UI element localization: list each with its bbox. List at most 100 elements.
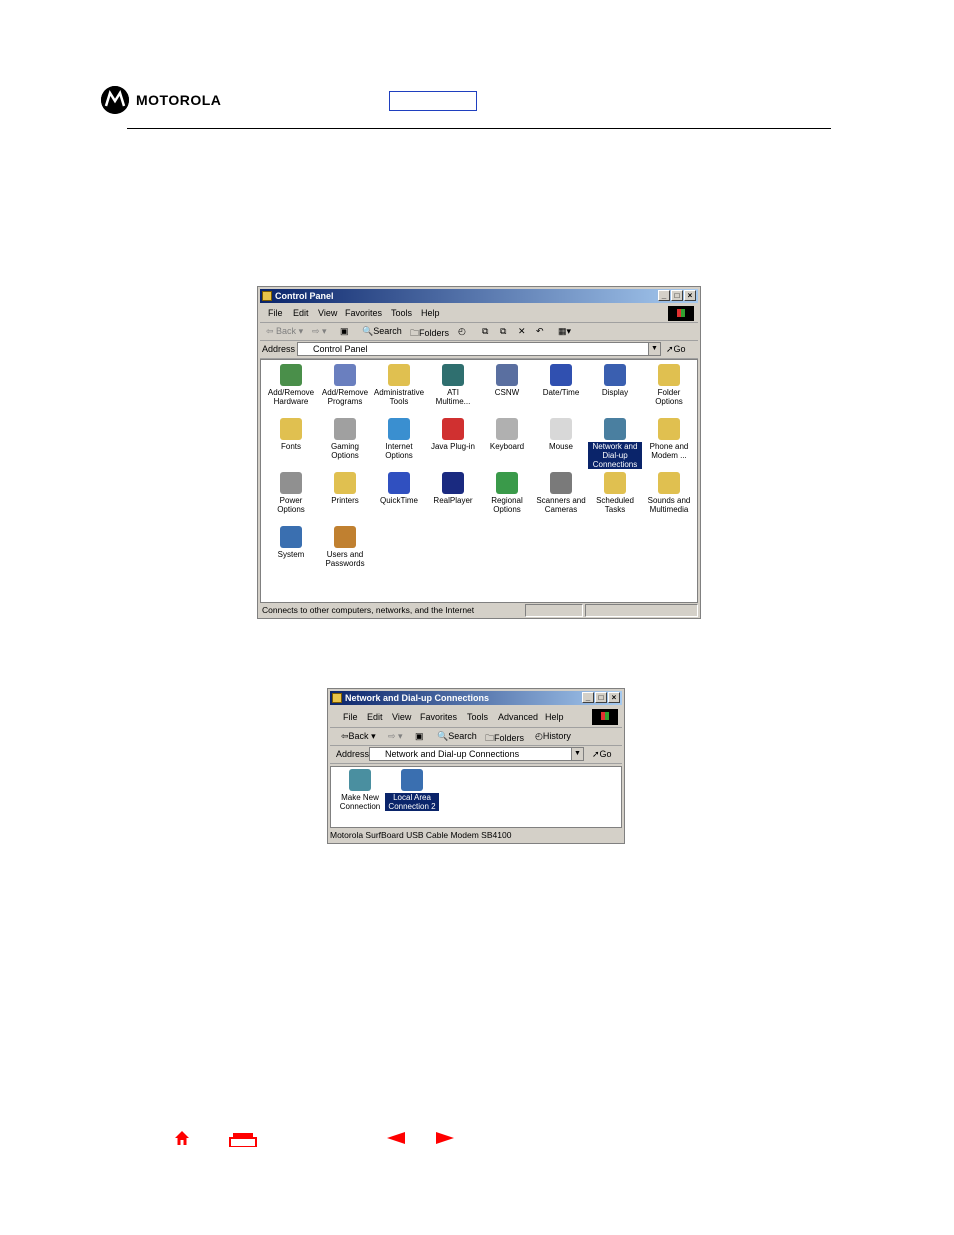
views-icon[interactable]: ▦▾ xyxy=(558,326,571,337)
home-icon[interactable] xyxy=(174,1130,190,1146)
move-to-icon[interactable]: ⧉ xyxy=(482,326,488,337)
icon-item[interactable]: CSNW xyxy=(480,364,534,397)
maximize-button[interactable]: □ xyxy=(595,692,607,703)
previous-page-icon[interactable] xyxy=(387,1132,405,1144)
icon-item[interactable]: Internet Options xyxy=(372,418,426,460)
menu-view[interactable]: View xyxy=(318,308,337,318)
close-button[interactable]: × xyxy=(684,290,696,301)
up-folder-icon[interactable]: ▣ xyxy=(415,731,424,742)
menu-tools[interactable]: Tools xyxy=(391,308,412,318)
item-icon xyxy=(334,472,356,494)
icon-item[interactable]: Gaming Options xyxy=(318,418,372,460)
status-bar: Motorola SurfBoard USB Cable Modem SB410… xyxy=(330,829,622,842)
forward-button[interactable]: ⇨ ▾ xyxy=(388,731,403,742)
chevron-down-icon[interactable]: ▼ xyxy=(648,343,660,355)
icon-item[interactable]: Mouse xyxy=(534,418,588,451)
back-button[interactable]: ⇦ Back ▾ xyxy=(266,326,303,337)
icon-item[interactable]: Administrative Tools xyxy=(372,364,426,406)
item-icon xyxy=(496,418,518,440)
search-button[interactable]: 🔍Search xyxy=(362,326,402,337)
icon-item[interactable]: Scheduled Tasks xyxy=(588,472,642,514)
address-input[interactable]: Network and Dial-up Connections ▼ xyxy=(369,747,584,761)
search-button[interactable]: 🔍Search xyxy=(437,731,477,742)
icon-item[interactable]: Network and Dial-up Connections xyxy=(588,418,642,469)
item-icon xyxy=(388,364,410,386)
item-label: QuickTime xyxy=(380,496,418,505)
undo-icon[interactable]: ↶ xyxy=(536,326,544,337)
item-label: System xyxy=(277,550,305,559)
icon-item[interactable]: QuickTime xyxy=(372,472,426,505)
item-label: Options xyxy=(385,451,413,460)
icon-item[interactable]: Add/Remove Programs xyxy=(318,364,372,406)
item-icon xyxy=(442,472,464,494)
icon-item[interactable]: Java Plug-in xyxy=(426,418,480,451)
status-bar: Connects to other computers, networks, a… xyxy=(260,604,698,617)
item-label: Dial-up xyxy=(588,451,642,460)
minimize-button[interactable]: _ xyxy=(582,692,594,703)
network-connections-window: Network and Dial-up Connections _ □ × Fi… xyxy=(327,688,625,844)
item-icon xyxy=(334,526,356,548)
header-link-box[interactable] xyxy=(389,91,477,111)
icon-item[interactable]: Sounds and Multimedia xyxy=(642,472,696,514)
up-folder-icon[interactable]: ▣ xyxy=(340,326,349,337)
menu-edit[interactable]: Edit xyxy=(293,308,309,318)
copy-to-icon[interactable]: ⧉ xyxy=(500,326,506,337)
status-text: Motorola SurfBoard USB Cable Modem SB410… xyxy=(330,830,512,840)
icon-item[interactable]: Folder Options xyxy=(642,364,696,406)
back-button[interactable]: ⇦Back ▾ xyxy=(341,731,376,742)
icon-item[interactable]: Phone and Modem ... xyxy=(642,418,696,460)
menu-help[interactable]: Help xyxy=(545,712,564,722)
menu-file[interactable]: File xyxy=(343,712,358,722)
address-input[interactable]: Control Panel ▼ xyxy=(297,342,661,356)
go-button[interactable]: ➚Go xyxy=(666,344,686,355)
icon-item[interactable]: Add/Remove Hardware xyxy=(264,364,318,406)
chevron-down-icon[interactable]: ▼ xyxy=(571,748,583,760)
item-icon xyxy=(334,364,356,386)
icon-item[interactable]: Users and Passwords xyxy=(318,526,372,568)
item-icon xyxy=(658,472,680,494)
forward-button[interactable]: ⇨ ▾ xyxy=(312,326,327,337)
icon-item[interactable]: System xyxy=(264,526,318,559)
close-button[interactable]: × xyxy=(608,692,620,703)
menu-advanced[interactable]: Advanced xyxy=(498,712,538,722)
icon-item[interactable]: RealPlayer xyxy=(426,472,480,505)
toolbar: ⇦ Back ▾ ⇨ ▾ ▣ 🔍Search 🗀Folders ◴ ⧉ ⧉ ✕ … xyxy=(260,323,698,341)
item-icon xyxy=(388,472,410,494)
item-label: Options xyxy=(655,397,683,406)
icon-item[interactable]: ATI Multime... xyxy=(426,364,480,406)
menu-file[interactable]: File xyxy=(268,308,283,318)
icon-item[interactable]: Display xyxy=(588,364,642,397)
maximize-button[interactable]: □ xyxy=(671,290,683,301)
icon-item[interactable]: Date/Time xyxy=(534,364,588,397)
icon-item[interactable]: Printers xyxy=(318,472,372,505)
history-button[interactable]: ◴History xyxy=(535,731,571,742)
item-label: Options xyxy=(331,451,359,460)
menu-tools[interactable]: Tools xyxy=(467,712,488,722)
network-titlebar[interactable]: Network and Dial-up Connections _ □ × xyxy=(330,691,622,705)
menu-help[interactable]: Help xyxy=(421,308,440,318)
menu-favorites[interactable]: Favorites xyxy=(345,308,382,318)
menu-view[interactable]: View xyxy=(392,712,411,722)
item-label: Gaming xyxy=(330,442,359,451)
menu-favorites[interactable]: Favorites xyxy=(420,712,457,722)
history-icon[interactable]: ◴ xyxy=(458,326,466,337)
folders-button[interactable]: 🗀Folders xyxy=(485,731,524,747)
menu-edit[interactable]: Edit xyxy=(367,712,383,722)
print-icon[interactable] xyxy=(229,1133,257,1147)
minimize-button[interactable]: _ xyxy=(658,290,670,301)
address-value: Control Panel xyxy=(313,344,368,354)
icon-item[interactable]: Fonts xyxy=(264,418,318,451)
control-panel-titlebar[interactable]: Control Panel _ □ × xyxy=(260,289,698,303)
icon-item[interactable]: Scanners and Cameras xyxy=(534,472,588,514)
icon-item[interactable]: Regional Options xyxy=(480,472,534,514)
folders-button[interactable]: 🗀Folders xyxy=(410,326,449,342)
item-icon xyxy=(604,472,626,494)
icon-item[interactable]: Local Area Connection 2 xyxy=(385,769,439,811)
icon-item[interactable]: Keyboard xyxy=(480,418,534,451)
icon-item[interactable]: Make New Connection xyxy=(333,769,387,811)
icon-item[interactable]: Power Options xyxy=(264,472,318,514)
delete-icon[interactable]: ✕ xyxy=(518,326,526,337)
next-page-icon[interactable] xyxy=(436,1132,454,1144)
item-label: Administrative xyxy=(373,388,425,397)
go-button[interactable]: ➚Go xyxy=(592,749,612,760)
